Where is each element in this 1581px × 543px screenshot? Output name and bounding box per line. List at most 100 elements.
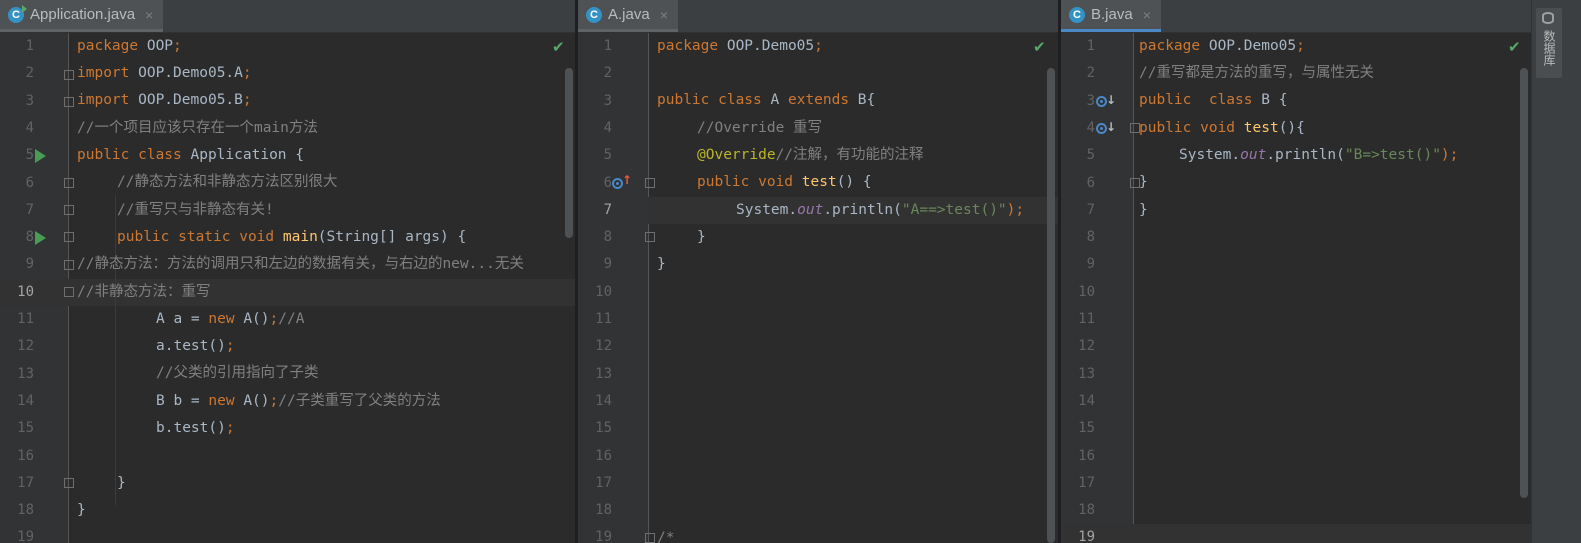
inspection-ok-icon[interactable]: ✔ xyxy=(552,38,565,56)
line-number: 5 xyxy=(603,147,612,164)
code-line-6: //静态方法和非静态方法区别很大 xyxy=(117,174,338,190)
code-line-6: public void test() { xyxy=(697,174,872,190)
line-number: 8 xyxy=(603,229,612,246)
tab-label: A.java xyxy=(608,6,650,23)
tab-b-java[interactable]: C B.java × xyxy=(1061,0,1161,32)
line-number: 3 xyxy=(603,92,612,109)
current-line-highlight xyxy=(1061,524,1531,543)
line-number: 17 xyxy=(17,474,34,491)
code-line-19: /* xyxy=(657,530,675,543)
vertical-scrollbar[interactable] xyxy=(1520,68,1528,498)
code-line-4: //Override 重写 xyxy=(697,120,823,136)
line-number: 12 xyxy=(17,338,34,355)
arrow-down-icon: ↓ xyxy=(1106,93,1117,107)
close-tab-icon[interactable]: × xyxy=(660,7,668,23)
line-number: 13 xyxy=(595,365,612,382)
code-line-1: package OOP; xyxy=(77,38,182,54)
code-line-17: } xyxy=(117,475,126,491)
code-line-3: public class A extends B{ xyxy=(657,92,876,108)
line-number: 18 xyxy=(1078,502,1095,519)
line-number: 4 xyxy=(1086,119,1095,136)
line-number: 13 xyxy=(1078,365,1095,382)
code-line-9: } xyxy=(657,256,666,272)
line-number: 18 xyxy=(595,502,612,519)
close-tab-icon[interactable]: × xyxy=(1143,7,1151,23)
database-icon xyxy=(1542,12,1554,24)
tab-application-java[interactable]: C Application.java × xyxy=(0,0,164,32)
code-line-13: //父类的引用指向了子类 xyxy=(156,365,319,381)
line-number: 6 xyxy=(603,174,612,191)
tab-label: Application.java xyxy=(30,6,136,23)
code-line-18: } xyxy=(77,502,86,518)
line-number: 16 xyxy=(595,447,612,464)
fold-marker-icon[interactable] xyxy=(645,533,655,543)
line-number: 1 xyxy=(25,38,34,54)
inspection-ok-icon[interactable]: ✔ xyxy=(1508,38,1521,56)
line-number: 8 xyxy=(1086,229,1095,246)
code-line-4: //一个项目应该只存在一个main方法 xyxy=(77,120,318,136)
code-line-1: package OOP.Demo05; xyxy=(1139,38,1305,54)
arrow-up-icon: ↑ xyxy=(622,173,633,187)
line-number: 14 xyxy=(1078,392,1095,409)
line-number: 15 xyxy=(17,420,34,437)
code-line-3: public class B { xyxy=(1139,92,1288,108)
line-number: 11 xyxy=(17,311,34,327)
fold-marker-icon[interactable] xyxy=(64,478,74,488)
fold-marker-icon[interactable] xyxy=(64,178,74,188)
editor-pane-application: C Application.java × 1 2 3 4 5 6 7 8 9 10 11 12 13 14… xyxy=(0,0,575,543)
tab-bar: C A.java × xyxy=(578,0,1058,33)
database-tool-button[interactable]: 数据库 xyxy=(1536,8,1562,78)
line-number: 19 xyxy=(17,529,34,543)
line-number: 10 xyxy=(1078,283,1095,300)
line-number: 19 xyxy=(1078,529,1095,543)
line-number: 12 xyxy=(595,338,612,355)
database-label: 数据库 xyxy=(1542,30,1556,66)
line-number: 9 xyxy=(1086,256,1095,273)
code-line-9: //静态方法：方法的调用只和左边的数据有关，与右边的new...无关 xyxy=(77,256,524,272)
code-line-10: //非静态方法：重写 xyxy=(77,284,211,300)
line-number: 7 xyxy=(603,201,612,218)
fold-marker-icon[interactable] xyxy=(64,232,74,242)
vertical-scrollbar[interactable] xyxy=(1047,68,1055,543)
code-line-7: } xyxy=(1139,202,1148,218)
fold-marker-icon[interactable] xyxy=(64,70,74,80)
run-class-icon[interactable] xyxy=(35,149,46,163)
line-number: 19 xyxy=(595,529,612,543)
code-line-8: public static void main(String[] args) { xyxy=(117,229,467,245)
code-editor[interactable]: 1 2 3 4 5 6 7 8 9 10 11 12 13 14 15 16 17 18 19 ↓ ↓ ✔ pack… xyxy=(1061,33,1531,543)
fold-marker-icon[interactable] xyxy=(64,205,74,215)
line-number: 3 xyxy=(1086,92,1095,109)
line-number: 14 xyxy=(595,392,612,409)
code-line-5: public class Application { xyxy=(77,147,304,163)
line-number: 6 xyxy=(25,174,34,191)
line-number: 1 xyxy=(603,38,612,54)
line-number: 9 xyxy=(603,256,612,273)
inspection-ok-icon[interactable]: ✔ xyxy=(1033,38,1046,56)
code-line-12: a.test(); xyxy=(156,338,235,354)
fold-marker-icon[interactable] xyxy=(64,287,74,297)
line-number: 4 xyxy=(603,119,612,136)
fold-marker-icon[interactable] xyxy=(645,232,655,242)
fold-marker-icon[interactable] xyxy=(64,260,74,270)
line-number: 11 xyxy=(595,311,612,327)
line-number: 14 xyxy=(17,392,34,409)
fold-marker-icon[interactable] xyxy=(64,97,74,107)
line-number: 4 xyxy=(25,119,34,136)
close-tab-icon[interactable]: × xyxy=(145,7,153,23)
line-number: 8 xyxy=(25,229,34,246)
fold-marker-icon[interactable] xyxy=(645,178,655,188)
line-number: 16 xyxy=(17,447,34,464)
code-editor[interactable]: 1 2 3 4 5 6 7 8 9 10 11 12 13 14 15 16 17 18 19 ↑ ✔ packag… xyxy=(578,33,1058,543)
run-main-icon[interactable] xyxy=(35,231,46,245)
java-class-icon: C xyxy=(1069,6,1085,23)
vertical-scrollbar[interactable] xyxy=(565,68,573,238)
code-line-4: public void test(){ xyxy=(1139,120,1305,136)
code-editor[interactable]: 1 2 3 4 5 6 7 8 9 10 11 12 13 14 15 16 17 18 19 ✔ package … xyxy=(0,33,575,543)
line-number: 10 xyxy=(17,283,34,300)
arrow-down-icon: ↓ xyxy=(1106,120,1117,134)
code-line-8: } xyxy=(697,229,706,245)
code-line-11: A a = new A();//A xyxy=(156,311,305,327)
tab-a-java[interactable]: C A.java × xyxy=(578,0,678,32)
line-number: 6 xyxy=(1086,174,1095,191)
code-line-3: import OOP.Demo05.B; xyxy=(77,92,252,108)
